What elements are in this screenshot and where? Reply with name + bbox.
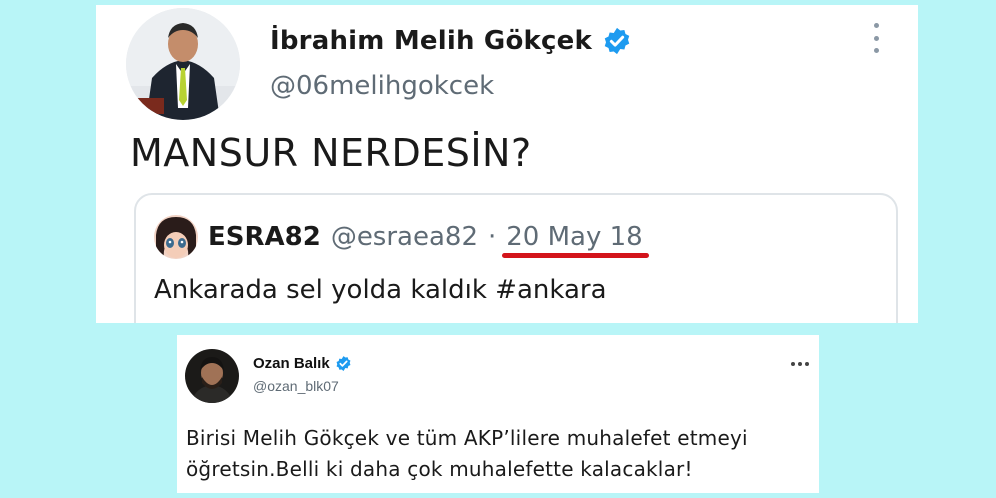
dot (791, 362, 795, 366)
reply-tweet-text-line1: Birisi Melih Gökçek ve tüm AKP’lilere mu… (186, 426, 748, 450)
more-options-icon[interactable] (791, 362, 809, 366)
reply-tweet-text: Birisi Melih Gökçek ve tüm AKP’lilere mu… (186, 423, 816, 485)
reply-author-handle[interactable]: @ozan_blk07 (253, 378, 339, 394)
reply-author-name-row: Ozan Balık (253, 355, 352, 372)
separator-dot: · (488, 222, 497, 252)
dot (805, 362, 809, 366)
author-name[interactable]: İbrahim Melih Gökçek (270, 26, 592, 56)
reply-tweet-text-line2: öğretsin.Belli ki daha çok muhalefette k… (186, 457, 693, 481)
dot (873, 23, 879, 28)
quoted-tweet-header: ESRA82 @esraea82 · 20 May 18 (154, 215, 649, 259)
quoted-author-avatar[interactable] (154, 215, 198, 259)
dot (798, 362, 802, 366)
tweet-text: MANSUR NERDESİN? (130, 131, 532, 175)
quoted-tweet-date[interactable]: 20 May 18 (502, 222, 649, 258)
author-name-row: İbrahim Melih Gökçek (270, 23, 632, 59)
verified-badge-icon (336, 356, 351, 371)
verified-badge-icon (604, 27, 630, 55)
author-handle[interactable]: @06melihgokcek (270, 71, 494, 101)
quoted-author-name[interactable]: ESRA82 (208, 222, 321, 252)
quoted-tweet-text: Ankarada sel yolda kaldık #ankara (154, 275, 607, 305)
reply-author-name[interactable]: Ozan Balık (253, 355, 330, 372)
red-underline-annotation (502, 253, 649, 258)
main-tweet-card: İbrahim Melih Gökçek @06melihgokcek MANS… (96, 5, 918, 323)
quoted-tweet[interactable]: ESRA82 @esraea82 · 20 May 18 Ankarada se… (134, 193, 898, 323)
more-options-icon[interactable] (870, 23, 882, 53)
dot (873, 48, 879, 53)
dot (873, 35, 879, 41)
quoted-author-handle[interactable]: @esraea82 (331, 222, 478, 252)
author-avatar[interactable] (126, 8, 240, 120)
reply-author-avatar[interactable] (185, 349, 239, 403)
reply-tweet-card: Ozan Balık @ozan_blk07 Birisi Melih Gökç… (177, 335, 819, 493)
quoted-tweet-date-text: 20 May 18 (506, 222, 643, 252)
